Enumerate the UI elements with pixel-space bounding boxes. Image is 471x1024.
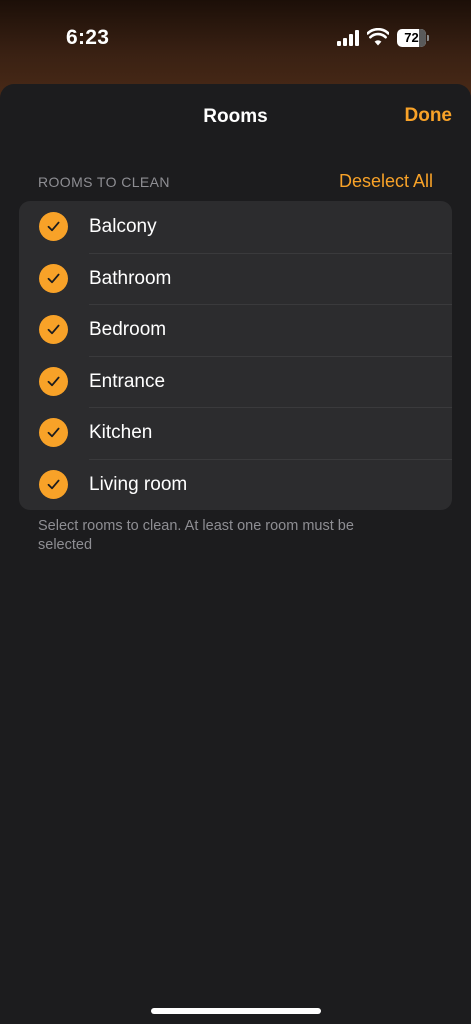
room-row-entrance[interactable]: Entrance [19, 355, 452, 408]
room-row-bathroom[interactable]: Bathroom [19, 252, 452, 305]
room-row-balcony[interactable]: Balcony [19, 201, 452, 253]
status-bar: 6:23 72 [0, 0, 471, 78]
checkmark-icon [39, 469, 68, 499]
battery-icon: 72 [397, 29, 429, 47]
wifi-icon [367, 28, 389, 46]
checkmark-icon [39, 366, 68, 396]
room-row-bedroom[interactable]: Bedroom [19, 304, 452, 356]
checkmark-icon [39, 263, 68, 293]
footer-note: Select rooms to clean. At least one room… [38, 518, 354, 553]
done-button[interactable]: Done [405, 105, 453, 127]
checkmark-icon [39, 418, 68, 447]
checkmark-icon [39, 315, 68, 344]
room-label: Bedroom [89, 319, 167, 340]
room-label: Balcony [89, 216, 157, 237]
room-row-living-room[interactable]: Living room [19, 458, 452, 511]
room-list: Balcony Bathroom Bedroom Entrance Kitche… [19, 201, 452, 510]
deselect-all-button[interactable]: Deselect All [339, 171, 433, 192]
room-label: Bathroom [89, 267, 172, 289]
room-row-kitchen[interactable]: Kitchen [19, 407, 452, 459]
room-label: Entrance [89, 370, 166, 392]
section-header: ROOMS TO CLEAN [38, 174, 170, 190]
rooms-sheet: Rooms Done ROOMS TO CLEAN Deselect All B… [0, 84, 471, 1024]
checkmark-icon [39, 212, 68, 241]
status-time: 6:23 [66, 26, 110, 49]
home-indicator[interactable] [151, 1008, 321, 1014]
room-label: Kitchen [89, 422, 153, 443]
cellular-signal-icon [337, 30, 361, 46]
battery-level: 72 [404, 30, 419, 45]
page-title: Rooms [203, 106, 268, 127]
room-label: Living room [89, 473, 188, 495]
